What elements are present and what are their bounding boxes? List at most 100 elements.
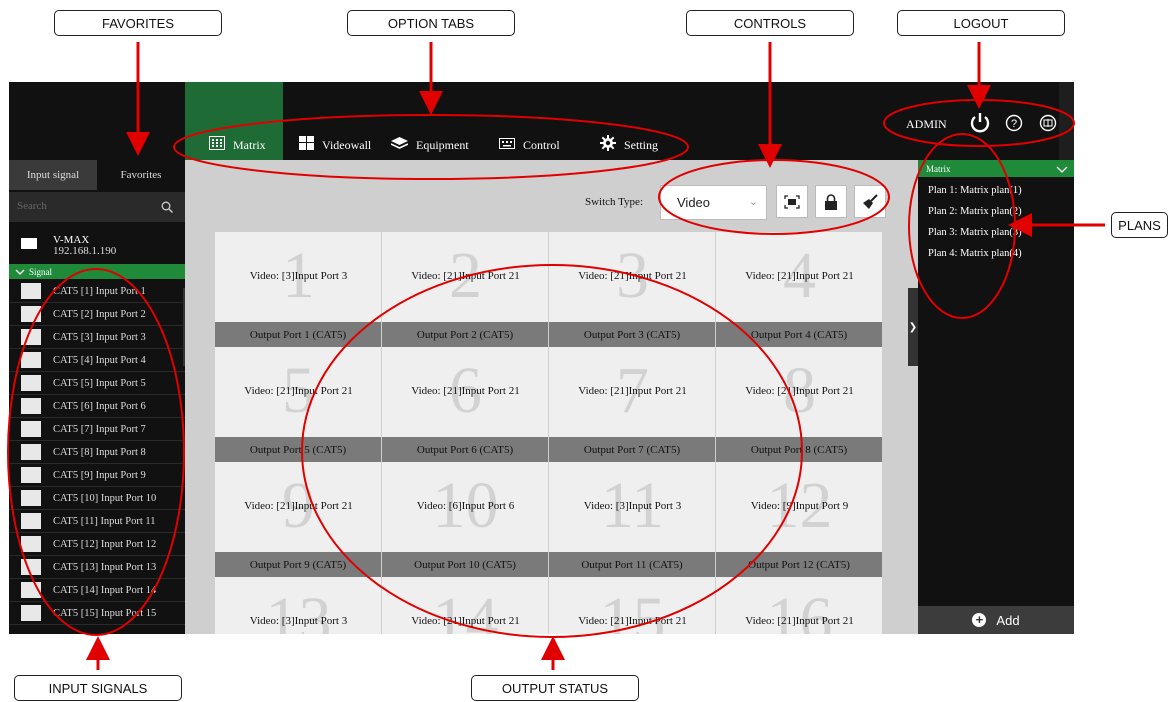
signal-label: CAT5 [12] Input Port 12 (53, 538, 157, 550)
search-input[interactable]: Search (9, 192, 185, 222)
signal-list-item[interactable]: CAT5 [13] Input Port 13 (9, 556, 185, 579)
output-port-label: Output Port 1 (CAT5) (215, 322, 382, 347)
plan-item[interactable]: Plan 2: Matrix plan(2) (928, 206, 1022, 217)
tab-videowall[interactable]: Videowall (299, 134, 371, 156)
output-cell[interactable]: 9 Video: [21]Input Port 21 (215, 462, 382, 552)
signal-label: CAT5 [9] Input Port 9 (53, 469, 146, 481)
output-port-label: Output Port 3 (CAT5) (549, 322, 716, 347)
plan-item[interactable]: Plan 4: Matrix plan(4) (928, 248, 1022, 259)
output-cell[interactable]: 11 Video: [3]Input Port 3 (549, 462, 716, 552)
signal-thumbnail-icon (21, 306, 41, 322)
signal-list-item[interactable]: CAT5 [9] Input Port 9 (9, 464, 185, 487)
plan-item[interactable]: Plan 1: Matrix plan(1) (928, 185, 1022, 196)
add-plan-button[interactable]: + Add (918, 606, 1074, 634)
switch-type-value: Video (677, 195, 711, 210)
output-cell[interactable]: 12 Video: [9]Input Port 9 (716, 462, 883, 552)
collapse-right-handle[interactable]: ❯ (908, 288, 918, 366)
fullscreen-button[interactable] (776, 185, 808, 218)
signal-label: CAT5 [15] Input Port 15 (53, 607, 157, 619)
output-cell[interactable]: 14 Video: [21]Input Port 21 (382, 577, 549, 634)
search-icon[interactable] (161, 200, 173, 218)
plus-icon: + (972, 613, 987, 627)
output-cell[interactable]: 15 Video: [21]Input Port 21 (549, 577, 716, 634)
keyboard-icon (499, 137, 515, 153)
language-icon[interactable] (1039, 114, 1057, 137)
tab-equipment-label: Equipment (416, 137, 469, 152)
signal-list-item[interactable]: CAT5 [2] Input Port 2 (9, 303, 185, 326)
device-item[interactable]: V-MAX 192.168.1.190 (9, 230, 185, 258)
output-source: Video: [21]Input Port 21 (411, 270, 520, 282)
output-cell[interactable]: 3 Video: [21]Input Port 21 (549, 232, 716, 322)
signal-list-item[interactable]: CAT5 [10] Input Port 10 (9, 487, 185, 510)
callout-input-signals: INPUT SIGNALS (14, 675, 182, 701)
power-icon[interactable] (969, 111, 991, 138)
signal-list-item[interactable]: CAT5 [6] Input Port 6 (9, 395, 185, 418)
fullscreen-icon (784, 194, 800, 209)
signal-thumbnail-icon (21, 375, 41, 391)
output-port-label: Output Port 2 (CAT5) (382, 322, 549, 347)
layers-icon (390, 136, 409, 154)
tab-favorites[interactable]: Favorites (97, 160, 185, 190)
output-source: Video: [9]Input Port 9 (750, 500, 849, 512)
output-cell[interactable]: 7 Video: [21]Input Port 21 (549, 347, 716, 437)
signal-list-item[interactable]: CAT5 [1] Input Port 1 (9, 280, 185, 303)
user-name: ADMIN (906, 117, 947, 131)
output-cell[interactable]: 5 Video: [21]Input Port 21 (215, 347, 382, 437)
chevron-down-icon: ⌄ (748, 196, 758, 208)
signal-list-item[interactable]: CAT5 [11] Input Port 11 (9, 510, 185, 533)
output-cell[interactable]: 16 Video: [21]Input Port 21 (716, 577, 883, 634)
plan-item[interactable]: Plan 3: Matrix plan(3) (928, 227, 1022, 238)
tab-matrix-label: Matrix (233, 137, 266, 152)
signal-list-item[interactable]: CAT5 [3] Input Port 3 (9, 326, 185, 349)
add-plan-label: Add (996, 612, 1020, 628)
tab-equipment[interactable]: Equipment (390, 134, 469, 156)
signal-list-item[interactable]: CAT5 [14] Input Port 14 (9, 579, 185, 602)
signal-thumbnail-icon (21, 329, 41, 345)
output-cell[interactable]: 6 Video: [21]Input Port 21 (382, 347, 549, 437)
tab-matrix[interactable]: Matrix (209, 134, 266, 156)
plans-header-label: Matrix (926, 163, 951, 174)
output-cell[interactable]: 2 Video: [21]Input Port 21 (382, 232, 549, 322)
chevron-down-icon (15, 269, 25, 275)
tab-control[interactable]: Control (499, 134, 560, 156)
signal-list-item[interactable]: CAT5 [12] Input Port 12 (9, 533, 185, 556)
output-cell[interactable]: 1 Video: [3]Input Port 3 (215, 232, 382, 322)
output-source: Video: [21]Input Port 21 (745, 615, 854, 627)
switch-type-select[interactable]: Video ⌄ (660, 185, 767, 220)
plans-header[interactable]: Matrix (918, 160, 1074, 177)
input-sidebar: Input signal Favorites Search V-MAX 192.… (9, 160, 185, 634)
search-placeholder: Search (17, 200, 47, 212)
signal-label: CAT5 [10] Input Port 10 (53, 492, 157, 504)
signal-list-item[interactable]: CAT5 [8] Input Port 8 (9, 441, 185, 464)
output-cell[interactable]: 10 Video: [6]Input Port 6 (382, 462, 549, 552)
signal-label: CAT5 [4] Input Port 4 (53, 354, 146, 366)
signal-label: CAT5 [3] Input Port 3 (53, 331, 146, 343)
tab-input-signal[interactable]: Input signal (9, 160, 97, 190)
tab-setting-label: Setting (624, 137, 659, 152)
signal-list-item[interactable]: CAT5 [15] Input Port 15 (9, 602, 185, 625)
output-source: Video: [3]Input Port 3 (583, 500, 682, 512)
output-cell[interactable]: 4 Video: [21]Input Port 21 (716, 232, 883, 322)
signal-label: CAT5 [13] Input Port 13 (53, 561, 157, 573)
signal-thumbnail-icon (21, 467, 41, 483)
signal-label: CAT5 [5] Input Port 5 (53, 377, 146, 389)
tab-setting[interactable]: Setting (600, 134, 658, 156)
signal-thumbnail-icon (21, 536, 41, 552)
output-source: Video: [21]Input Port 21 (745, 385, 854, 397)
clear-button[interactable] (854, 185, 886, 218)
callout-output-status: OUTPUT STATUS (471, 675, 639, 701)
help-icon[interactable]: ? (1005, 114, 1023, 137)
lock-button[interactable] (815, 185, 847, 218)
signal-list-item[interactable]: CAT5 [4] Input Port 4 (9, 349, 185, 372)
output-source: Video: [6]Input Port 6 (416, 500, 515, 512)
output-source: Video: [21]Input Port 21 (745, 270, 854, 282)
signal-list-item[interactable]: CAT5 [5] Input Port 5 (9, 372, 185, 395)
signal-list-item[interactable]: CAT5 [7] Input Port 7 (9, 418, 185, 441)
output-source: Video: [21]Input Port 21 (411, 615, 520, 627)
output-source: Video: [21]Input Port 21 (578, 615, 687, 627)
signal-group-header[interactable]: Signal (9, 264, 185, 279)
output-cell[interactable]: 8 Video: [21]Input Port 21 (716, 347, 883, 437)
signal-thumbnail-icon (21, 283, 41, 299)
output-cell[interactable]: 13 Video: [3]Input Port 3 (215, 577, 382, 634)
signal-thumbnail-icon (21, 582, 41, 598)
